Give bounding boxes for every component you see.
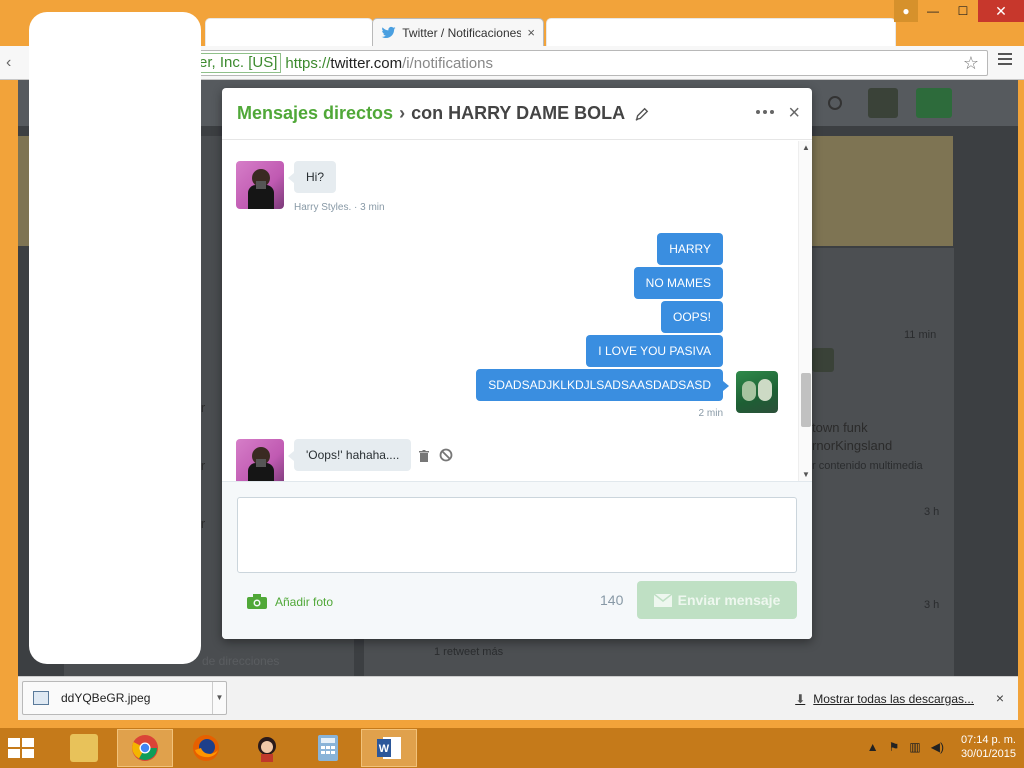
add-photo-label: Añadir foto <box>275 594 334 609</box>
envelope-icon <box>653 593 672 607</box>
chrome-icon[interactable] <box>117 729 173 767</box>
url-scheme: https:// <box>285 54 331 72</box>
minimize-button[interactable]: — <box>918 0 948 22</box>
avatar-harry[interactable] <box>236 439 284 481</box>
pencil-icon[interactable] <box>635 107 649 121</box>
taskbar-clock[interactable]: 07:14 p. m. 30/01/2015 <box>961 733 1016 761</box>
image-file-icon <box>33 691 49 705</box>
avatar-me[interactable] <box>736 371 778 413</box>
bg-time-2: 3 h <box>924 506 940 518</box>
bookmark-star-icon[interactable]: ☆ <box>963 53 979 74</box>
download-item[interactable]: ddYQBeGR.jpeg ▼ <box>22 681 227 715</box>
message-meta-in: Harry Styles. · 3 min <box>294 202 385 213</box>
message-bubble-in: 'Oops!' hahaha.... <box>287 439 412 471</box>
windows-start-icon[interactable] <box>8 738 36 760</box>
tray-expand-icon[interactable]: ▲ <box>867 740 879 754</box>
bg-tweet-avatar <box>812 348 834 372</box>
url-host: twitter.com <box>330 54 403 72</box>
message-input[interactable] <box>237 497 797 573</box>
scroll-thumb[interactable] <box>801 373 811 427</box>
direct-messages-dialog: Mensajes directos › con HARRY DAME BOLA … <box>222 88 812 639</box>
bg-profile-avatar <box>868 88 898 118</box>
message-meta-out: 2 min <box>698 408 723 419</box>
window-close-button[interactable]: ✕ <box>978 0 1024 22</box>
tab-title: Twitter / Notificaciones <box>402 25 522 40</box>
search-icon <box>828 96 842 110</box>
bg-left-link: de direcciones <box>202 654 280 668</box>
message-bubble-in: Hi? <box>287 161 337 193</box>
window-controls: ● — ☐ ✕ <box>894 0 1024 22</box>
tab-close-icon[interactable]: × <box>527 25 535 40</box>
show-all-downloads-link[interactable]: ⬇ Mostrar todas las descargas... <box>795 692 974 706</box>
show-all-downloads-label: Mostrar todas las descargas... <box>813 692 974 706</box>
download-menu-caret-icon[interactable]: ▼ <box>212 682 226 714</box>
dm-title-separator: › <box>399 103 406 123</box>
message-bubble-out: OOPS! <box>660 301 723 333</box>
avatar-app-icon[interactable] <box>239 729 295 767</box>
dm-title[interactable]: Mensajes directos <box>237 103 393 124</box>
send-message-label: Enviar mensaje <box>677 592 781 608</box>
dm-header: Mensajes directos › con HARRY DAME BOLA … <box>222 88 812 140</box>
system-tray: ▲ ⚑ ▥ ◀) <box>867 740 944 754</box>
download-shelf: ddYQBeGR.jpeg ▼ ⬇ Mostrar todas las desc… <box>18 676 1018 720</box>
dialog-close-icon[interactable]: × <box>788 102 800 125</box>
compose-tweet-icon <box>916 88 952 118</box>
calculator-icon[interactable] <box>300 729 356 767</box>
ev-certificate-label[interactable]: er, Inc. [US] <box>195 53 282 73</box>
word-icon[interactable]: W <box>361 729 417 767</box>
bg-tweet-line-2: rnorKingsland <box>812 438 893 453</box>
tab-redacted-1[interactable] <box>205 18 373 46</box>
more-options-icon[interactable] <box>756 110 774 114</box>
url-path: /i/notifications <box>402 54 493 72</box>
trash-icon[interactable] <box>418 450 430 462</box>
dm-scrollbar[interactable]: ▲ ▼ <box>798 141 812 481</box>
add-photo-button[interactable]: Añadir foto <box>247 594 333 609</box>
dm-conversation-name: con HARRY DAME BOLA <box>411 103 626 123</box>
camera-icon <box>247 594 267 609</box>
network-icon[interactable]: ▥ <box>909 740 920 754</box>
message-bubble-out: HARRY <box>657 233 723 265</box>
dm-compose-area: Añadir foto 140 Enviar mensaje <box>222 481 812 639</box>
back-icon[interactable]: ‹ <box>6 54 11 72</box>
download-arrow-icon: ⬇ <box>795 692 806 706</box>
user-profile-icon[interactable]: ● <box>894 0 918 22</box>
tab-twitter-notifications[interactable]: Twitter / Notificaciones × <box>372 18 544 46</box>
block-icon[interactable] <box>439 448 453 462</box>
action-center-flag-icon[interactable]: ⚑ <box>889 740 900 754</box>
dm-thread: Hi? Harry Styles. · 3 min HARRY NO MAMES… <box>222 141 812 481</box>
message-bubble-out: SDADSADJKLKDJLSADSAASDADSASD <box>476 369 729 401</box>
send-message-button[interactable]: Enviar mensaje <box>637 581 797 619</box>
maximize-button[interactable]: ☐ <box>948 0 978 22</box>
message-bubble-out: NO MAMES <box>633 267 723 299</box>
bg-time-1: 11 min <box>904 329 937 341</box>
clock-date: 30/01/2015 <box>960 748 1016 760</box>
clock-time: 07:14 p. m. <box>960 734 1016 746</box>
redaction-block-left <box>29 12 201 664</box>
scroll-up-icon[interactable]: ▲ <box>802 143 810 152</box>
scroll-down-icon[interactable]: ▼ <box>802 470 810 479</box>
bg-tweet-line-3: r contenido multimedia <box>812 460 923 472</box>
message-bubble-out: I LOVE YOU PASIVA <box>586 335 723 367</box>
avatar-harry[interactable] <box>236 161 284 209</box>
bg-tweet-line-1: town funk <box>812 420 868 435</box>
download-file-name: ddYQBeGR.jpeg <box>61 691 151 705</box>
bg-retweet-more: 1 retweet más <box>434 646 504 658</box>
windows-taskbar: W ▲ ⚑ ▥ ◀) 07:14 p. m. 30/01/2015 <box>0 728 1024 768</box>
bg-time-3: 3 h <box>924 599 940 611</box>
volume-icon[interactable]: ◀) <box>931 740 944 754</box>
file-explorer-icon[interactable] <box>56 729 112 767</box>
chrome-menu-icon[interactable] <box>998 53 1012 67</box>
svg-text:W: W <box>379 743 390 755</box>
tab-redacted-2[interactable] <box>546 18 896 46</box>
twitter-bird-icon <box>381 26 396 38</box>
firefox-icon[interactable] <box>178 729 234 767</box>
download-shelf-close-icon[interactable]: × <box>996 690 1004 706</box>
character-count: 140 <box>600 592 624 608</box>
